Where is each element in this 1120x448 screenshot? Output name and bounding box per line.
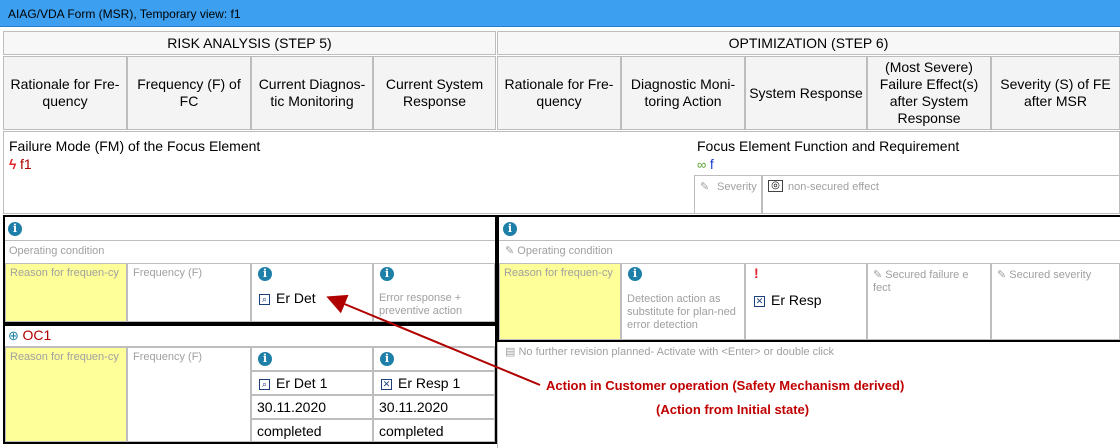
annotation-line2: (Action from Initial state)	[656, 402, 810, 417]
annotation-line1: Action in Customer operation (Safety Mec…	[546, 378, 905, 393]
